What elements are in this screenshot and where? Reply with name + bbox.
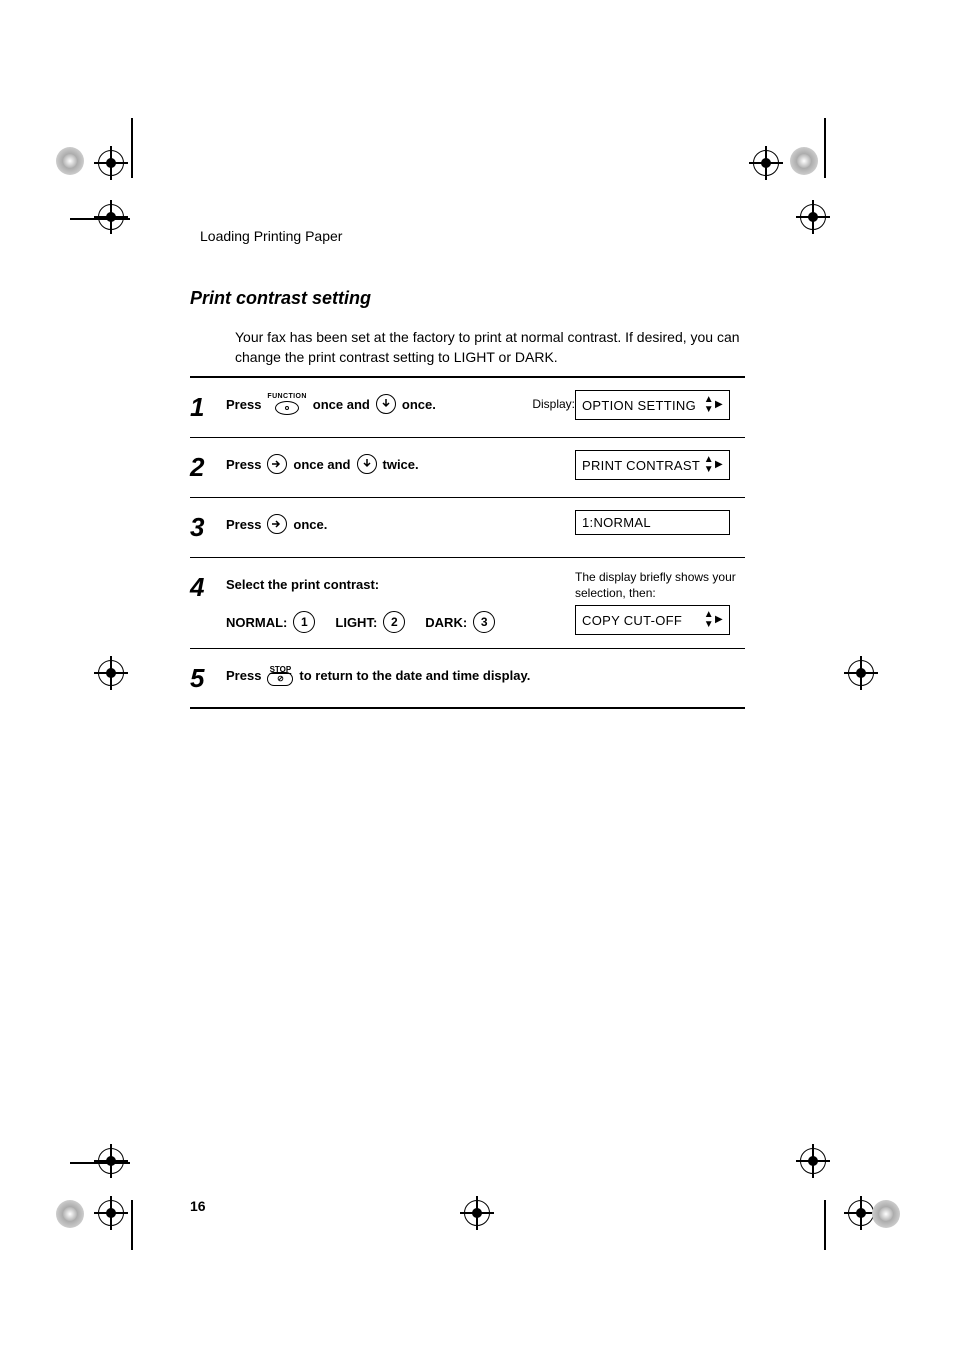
step4-note: The display briefly shows your selection… — [575, 570, 745, 601]
down-arrow-key-icon — [376, 394, 396, 414]
lcd-display: PRINT CONTRAST ▲▼▶ — [575, 450, 730, 480]
text-end: once. — [293, 517, 327, 532]
stop-key: STOP ⊘ — [267, 665, 293, 686]
lcd-text: PRINT CONTRAST — [582, 458, 700, 473]
key-1: 1 — [293, 611, 315, 633]
stop-key-icon: ⊘ — [267, 672, 293, 686]
step-1: 1 Press FUNCTION once and once. Display: — [190, 378, 745, 438]
nav-arrows-icon: ▲▼▶ — [704, 455, 723, 475]
label-normal: NORMAL: — [226, 615, 287, 630]
text-mid: once and — [293, 457, 350, 472]
nav-arrows-icon: ▲▼▶ — [704, 395, 723, 415]
label-dark: DARK: — [425, 615, 467, 630]
crop-reg-br — [848, 1200, 874, 1226]
text-press: Press — [226, 457, 261, 472]
text-end: once. — [402, 397, 436, 412]
crop-line-top-left-h — [70, 218, 130, 220]
crop-reg-tl — [98, 150, 124, 176]
step-number: 2 — [190, 450, 226, 480]
step-number: 3 — [190, 510, 226, 540]
label-light: LIGHT: — [335, 615, 377, 630]
section-title: Print contrast setting — [190, 288, 371, 309]
crop-line-bot-left-h — [70, 1162, 130, 1164]
right-arrow-key-icon — [267, 514, 287, 534]
crop-reg-tlleft — [98, 204, 124, 230]
page-number: 16 — [190, 1198, 206, 1214]
lcd-display: 1:NORMAL — [575, 510, 730, 535]
display-label: Display: — [532, 397, 575, 411]
text-press: Press — [226, 668, 261, 683]
page-frame: Loading Printing Paper Print contrast se… — [130, 118, 825, 1234]
crop-reg-ml — [98, 660, 124, 686]
lcd-display: COPY CUT-OFF ▲▼▶ — [575, 605, 730, 635]
step-number: 4 — [190, 570, 226, 600]
step-4: 4 Select the print contrast: NORMAL: 1 L… — [190, 558, 745, 649]
down-arrow-key-icon — [357, 454, 377, 474]
lcd-text: 1:NORMAL — [582, 515, 651, 530]
lcd-text: OPTION SETTING — [582, 398, 696, 413]
key-2: 2 — [383, 611, 405, 633]
running-head: Loading Printing Paper — [200, 228, 342, 244]
text-end: twice. — [383, 457, 419, 472]
key-3: 3 — [473, 611, 495, 633]
lcd-display: OPTION SETTING ▲▼▶ — [575, 390, 730, 420]
text-press: Press — [226, 517, 261, 532]
step4-title: Select the print contrast: — [226, 577, 379, 592]
step-3: 3 Press once. 1:NORMAL — [190, 498, 745, 558]
crop-reg-bl2 — [98, 1148, 124, 1174]
text-mid: once and — [313, 397, 370, 412]
oval-icon — [275, 401, 299, 415]
step-2: 2 Press once and twice. PRINT CONTRAST — [190, 438, 745, 498]
crop-corner-tl — [56, 147, 84, 175]
text-press: Press — [226, 397, 261, 412]
right-arrow-key-icon — [267, 454, 287, 474]
function-key: FUNCTION — [267, 393, 306, 415]
crop-corner-bl — [56, 1200, 84, 1228]
crop-reg-mr — [848, 660, 874, 686]
crop-reg-bl — [98, 1200, 124, 1226]
step-5: 5 Press STOP ⊘ to return to the date and… — [190, 649, 745, 709]
nav-arrows-icon: ▲▼▶ — [704, 610, 723, 630]
intro-paragraph: Your fax has been set at the factory to … — [235, 328, 740, 367]
step-number: 1 — [190, 390, 226, 420]
lcd-text: COPY CUT-OFF — [582, 613, 682, 628]
text-end: to return to the date and time display. — [299, 668, 530, 683]
crop-corner-br — [872, 1200, 900, 1228]
steps-table: 1 Press FUNCTION once and once. Display: — [190, 376, 745, 709]
step-number: 5 — [190, 661, 226, 691]
function-key-label: FUNCTION — [267, 393, 306, 400]
